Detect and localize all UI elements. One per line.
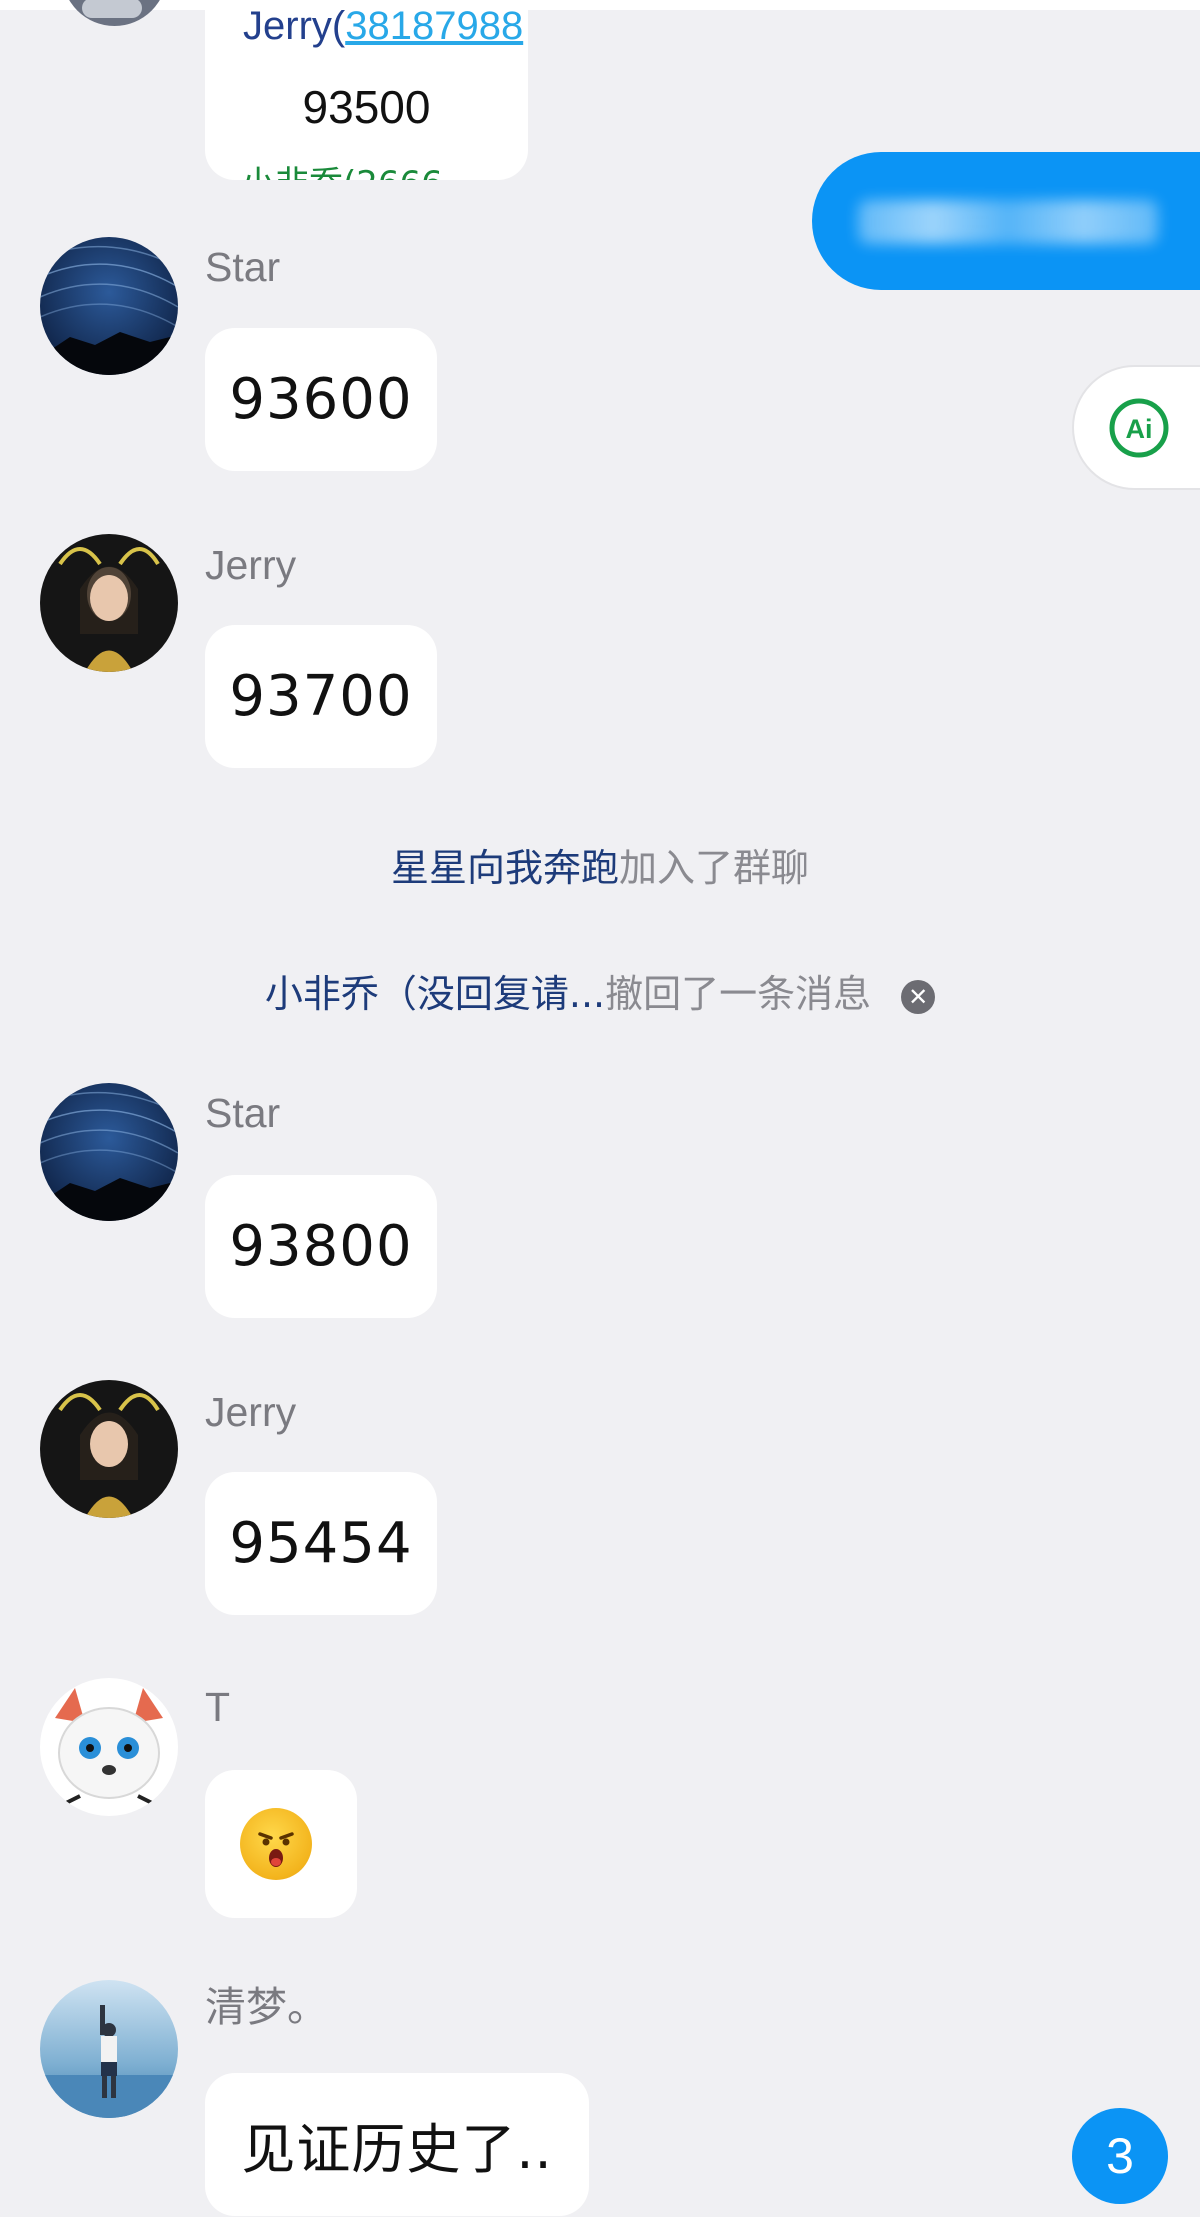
ai-assistant-button[interactable]: Ai bbox=[1072, 365, 1200, 490]
message-bubble[interactable]: 93600 bbox=[205, 328, 437, 471]
sender-name: Star bbox=[205, 244, 281, 290]
avatar-jerry[interactable] bbox=[40, 534, 178, 672]
message-bubble[interactable]: 95454 bbox=[205, 1472, 437, 1615]
close-circle-icon[interactable]: ✕ bbox=[901, 979, 936, 1014]
ai-icon: Ai bbox=[1109, 398, 1169, 458]
avatar-partial[interactable] bbox=[62, 0, 167, 26]
girl-portrait-avatar bbox=[40, 534, 178, 672]
quoted-value: 93500 bbox=[302, 81, 431, 133]
beach-person-avatar bbox=[40, 1980, 178, 2118]
joined-user-name[interactable]: 星星向我奔跑 bbox=[391, 846, 619, 890]
message-bubble[interactable]: 93700 bbox=[205, 625, 437, 768]
avatar-jerry[interactable] bbox=[40, 1380, 178, 1518]
starry-night-avatar bbox=[40, 237, 178, 375]
avatar-t[interactable] bbox=[40, 1678, 178, 1816]
sender-name: Star bbox=[205, 1090, 281, 1136]
starry-night-avatar bbox=[40, 1083, 178, 1221]
status-strip bbox=[0, 0, 1200, 10]
message-bubble[interactable]: 见证历史了.. bbox=[205, 2073, 589, 2216]
sender-name: T bbox=[205, 1684, 231, 1730]
sender-name: 清梦。 bbox=[205, 1984, 328, 2030]
white-tiger-cartoon-avatar bbox=[40, 1678, 178, 1816]
avatar-star[interactable] bbox=[40, 237, 178, 375]
recall-action-text: 撤回了一条消息 bbox=[605, 972, 872, 1016]
sender-name: Jerry bbox=[205, 542, 297, 588]
avatar-qingmeng[interactable] bbox=[40, 1980, 178, 2118]
message-bubble[interactable]: 93800 bbox=[205, 1175, 437, 1318]
blurred-text bbox=[858, 200, 1158, 244]
system-recall-notice: 小非乔（没回复请...撤回了一条消息 ✕ bbox=[0, 969, 1200, 1019]
recall-user-name[interactable]: 小非乔（没回复请... bbox=[265, 972, 605, 1016]
avatar-star[interactable] bbox=[40, 1083, 178, 1221]
unread-count-badge[interactable]: 3 bbox=[1072, 2108, 1168, 2204]
quoted-sender: Jerry(38187988 bbox=[243, 4, 524, 48]
girl-portrait-avatar bbox=[40, 1380, 178, 1518]
join-action-text: 加入了群聊 bbox=[619, 846, 810, 890]
quoted-link[interactable]: 38187988 bbox=[345, 4, 523, 48]
system-join-notice: 星星向我奔跑加入了群聊 bbox=[0, 843, 1200, 893]
angry-face-icon bbox=[240, 1808, 312, 1880]
svg-text:Ai: Ai bbox=[1126, 414, 1153, 444]
message-bubble-partial[interactable]: Jerry(38187988 93500 小非乔(2666... bbox=[205, 0, 528, 180]
sender-name: Jerry bbox=[205, 1389, 297, 1435]
quoted-cut-text: 小非乔(2666... bbox=[241, 156, 475, 180]
